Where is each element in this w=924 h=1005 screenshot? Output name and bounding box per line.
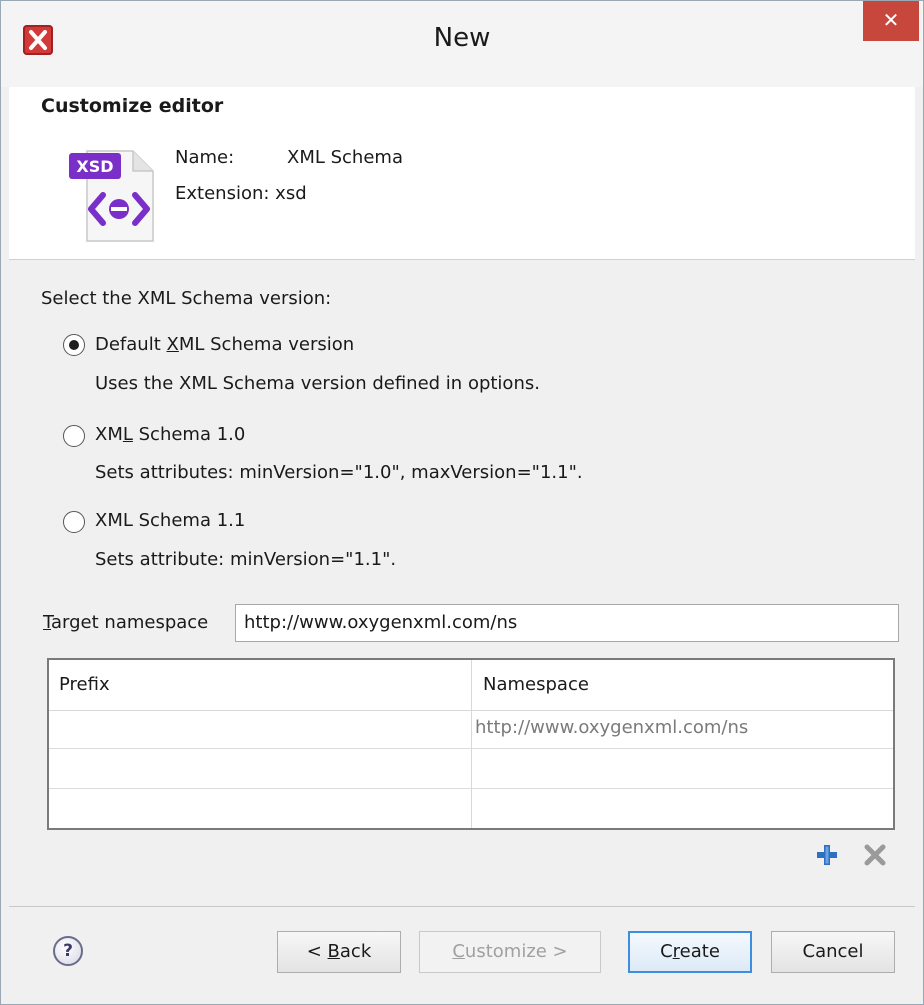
- name-row: Name: XML Schema: [175, 147, 403, 168]
- close-button[interactable]: ✕: [863, 1, 919, 41]
- header-title: Customize editor: [41, 95, 224, 117]
- option-default-description: Uses the XML Schema version defined in o…: [95, 373, 540, 394]
- target-namespace-label: Target namespace: [43, 612, 209, 633]
- radio-schema-1-1[interactable]: [63, 511, 85, 533]
- footer-separator: [9, 906, 915, 907]
- option-1-1-description: Sets attribute: minVersion="1.1".: [95, 549, 397, 570]
- column-header-prefix[interactable]: Prefix: [59, 674, 110, 695]
- delete-icon[interactable]: [863, 843, 887, 867]
- option-default-label[interactable]: Default XML Schema version: [95, 334, 354, 355]
- row-divider: [49, 788, 893, 789]
- title-bar[interactable]: New ✕: [1, 1, 923, 87]
- namespace-table: Prefix Namespace http://www.oxygenxml.co…: [47, 658, 895, 830]
- xsd-badge-label: XSD: [76, 157, 114, 176]
- extension-row: Extension: xsd: [175, 183, 307, 204]
- xsd-file-icon: XSD: [63, 147, 163, 247]
- editor-header-panel: Customize editor XSD Name: XML Schema Ext…: [9, 87, 915, 260]
- cancel-button[interactable]: Cancel: [771, 931, 895, 973]
- column-header-namespace[interactable]: Namespace: [483, 674, 589, 695]
- window-title: New: [433, 23, 491, 53]
- help-icon[interactable]: ?: [53, 936, 83, 966]
- option-1-0-description: Sets attributes: minVersion="1.0", maxVe…: [95, 462, 583, 483]
- radio-default-version[interactable]: [63, 334, 85, 356]
- extension-label: Extension:: [175, 183, 270, 204]
- row-divider: [49, 748, 893, 749]
- customize-button[interactable]: Customize >: [419, 931, 601, 973]
- version-prompt: Select the XML Schema version:: [41, 288, 332, 309]
- plus-icon[interactable]: [815, 843, 839, 867]
- option-1-1-label[interactable]: XML Schema 1.1: [95, 510, 245, 531]
- table-cell-namespace[interactable]: http://www.oxygenxml.com/ns: [475, 717, 748, 738]
- extension-value: xsd: [275, 183, 307, 204]
- target-namespace-input[interactable]: http://www.oxygenxml.com/ns: [235, 604, 899, 642]
- back-button[interactable]: < Back: [277, 931, 401, 973]
- radio-schema-1-0[interactable]: [63, 425, 85, 447]
- create-button[interactable]: Create: [628, 931, 752, 973]
- name-value: XML Schema: [287, 147, 403, 168]
- name-label: Name:: [175, 147, 235, 168]
- new-dialog-window: New ✕ Customize editor XSD Name: XML Sche…: [0, 0, 924, 1005]
- option-1-0-label[interactable]: XML Schema 1.0: [95, 424, 245, 445]
- column-divider: [471, 660, 472, 828]
